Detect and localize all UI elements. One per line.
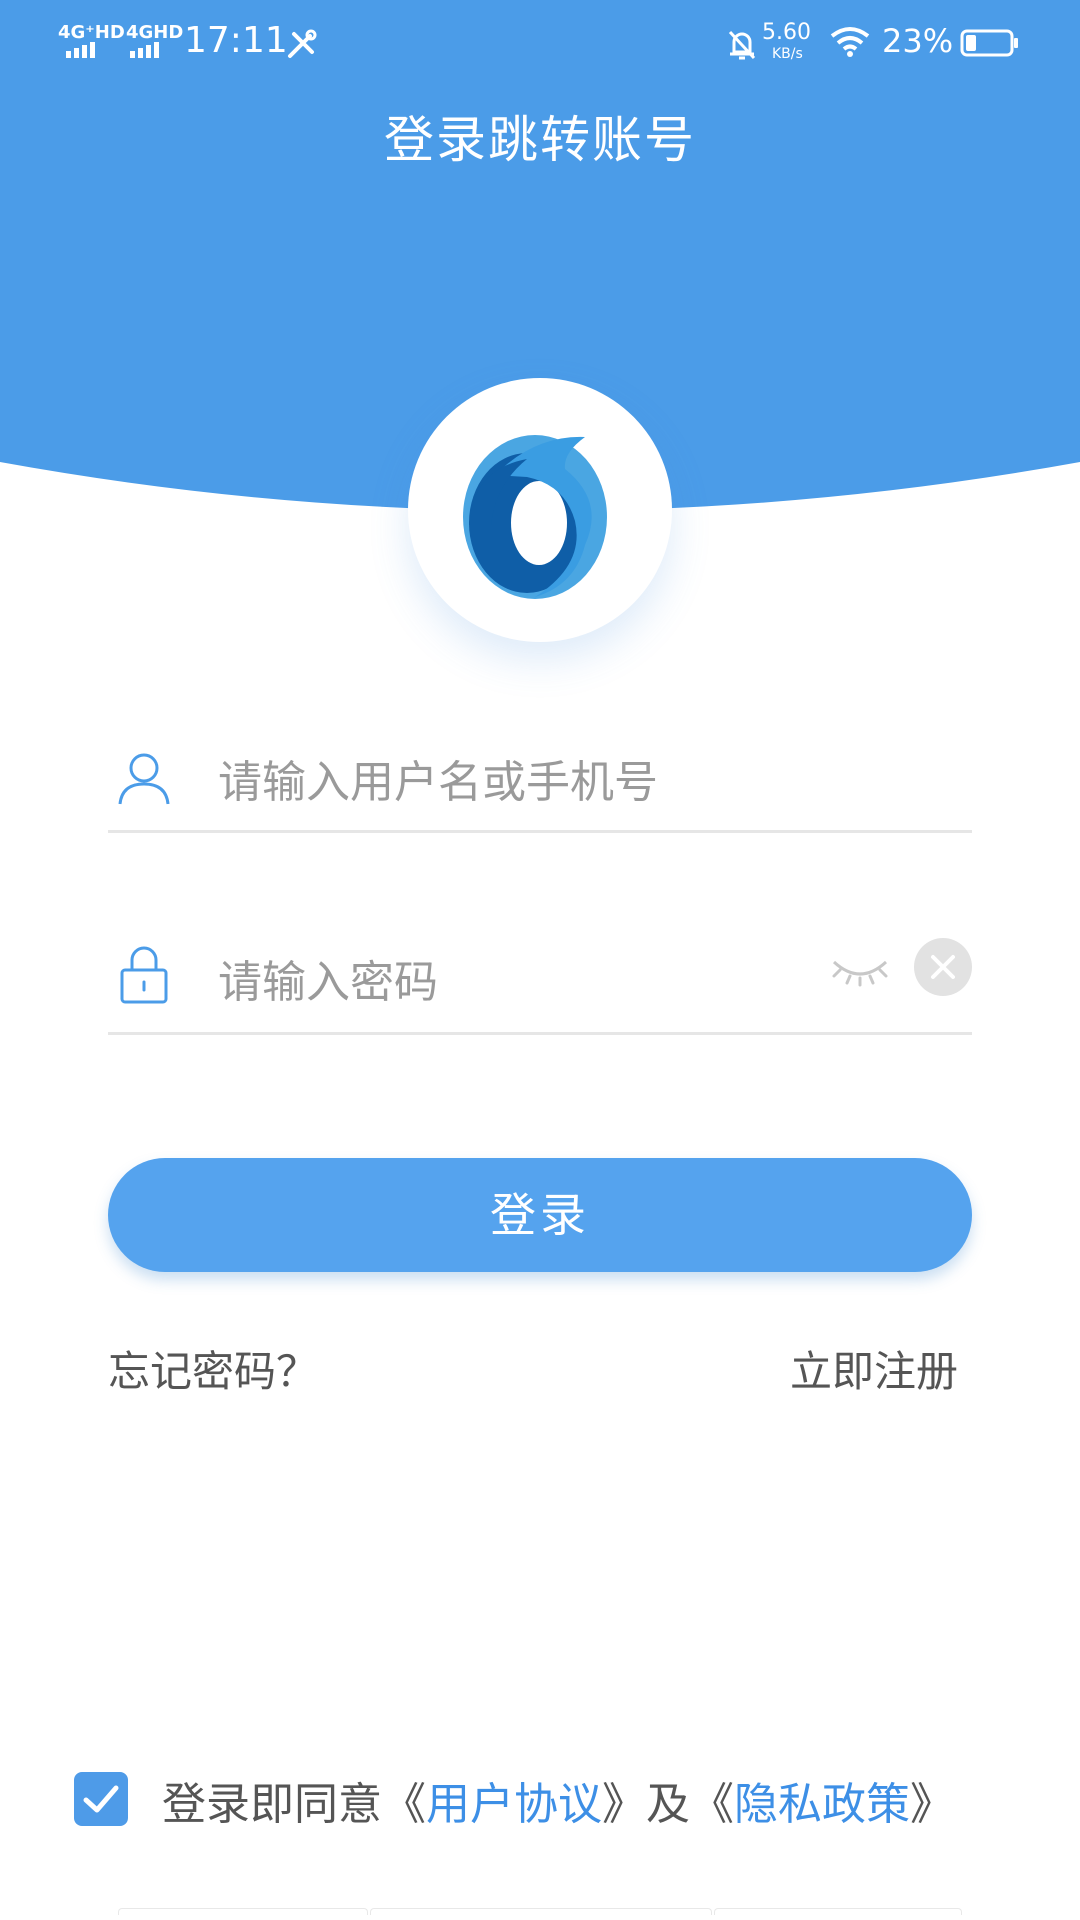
- agreement-text: 登录即同意《用户协议》及《隐私政策》: [162, 1768, 954, 1832]
- network-speed-value: 5.60: [762, 20, 811, 45]
- agreement-suffix: 》: [910, 1779, 954, 1830]
- password-placeholder: 请输入密码: [218, 957, 438, 1008]
- lock-icon: [120, 946, 168, 1004]
- username-placeholder: 请输入用户名或手机号: [218, 757, 658, 808]
- username-field[interactable]: 请输入用户名或手机号: [108, 720, 972, 833]
- wifi-icon: [830, 27, 870, 57]
- clear-icon: [931, 955, 955, 979]
- status-bar: 4G⁺HD 4GHD 17:11 5.60 KB/s 23%: [0, 0, 1080, 90]
- signal-icon-1: [66, 42, 95, 58]
- password-field[interactable]: 请输入密码: [108, 922, 972, 1035]
- clear-button[interactable]: [914, 938, 972, 996]
- register-link[interactable]: 立即注册: [790, 1338, 958, 1399]
- user-agreement-link[interactable]: 用户协议: [426, 1779, 602, 1830]
- agreement-checkbox[interactable]: [74, 1772, 128, 1826]
- agreement-middle: 》及《: [602, 1779, 734, 1830]
- user-icon: [118, 753, 170, 805]
- forgot-password-link[interactable]: 忘记密码？: [108, 1338, 318, 1399]
- eye-closed-icon[interactable]: [830, 952, 890, 992]
- battery-percent: 23%: [882, 22, 954, 60]
- status-time: 17:11: [184, 20, 288, 61]
- network-speed-unit: KB/s: [772, 46, 803, 62]
- logo-mark: [463, 435, 607, 599]
- agreement-prefix: 登录即同意《: [162, 1779, 426, 1830]
- tools-icon: [288, 29, 317, 58]
- check-icon: [83, 1785, 119, 1813]
- page-title: 登录跳转账号: [384, 111, 696, 169]
- signal-icon-2: [130, 42, 159, 58]
- app-logo: [408, 378, 672, 642]
- battery-icon: [960, 29, 1018, 57]
- privacy-policy-link[interactable]: 隐私政策: [734, 1779, 910, 1830]
- bell-off-icon: [728, 30, 756, 60]
- login-button[interactable]: 登录: [108, 1158, 972, 1272]
